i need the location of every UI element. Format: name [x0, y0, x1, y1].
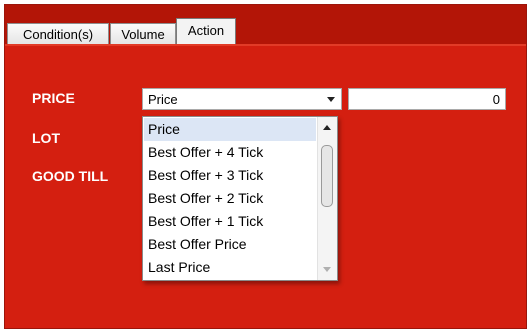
tab-action[interactable]: Action: [176, 18, 236, 46]
price-type-value: Price: [148, 92, 178, 107]
scrollbar-thumb[interactable]: [321, 145, 333, 207]
price-input-value: 0: [492, 92, 500, 107]
tab-strip: Condition(s) Volume Action: [5, 5, 526, 46]
price-type-select[interactable]: Price: [142, 88, 342, 110]
dropdown-option[interactable]: Best Offer + 2 Tick: [144, 187, 316, 210]
chevron-down-icon[interactable]: [327, 97, 335, 102]
scroll-down-icon[interactable]: [323, 267, 331, 272]
lot-label: LOT: [32, 130, 60, 146]
dropdown-options: Price Best Offer + 4 Tick Best Offer + 3…: [144, 118, 316, 279]
dropdown-option[interactable]: Best Offer + 3 Tick: [144, 164, 316, 187]
dropdown-option[interactable]: Best Offer + 4 Tick: [144, 141, 316, 164]
tab-volume[interactable]: Volume: [110, 23, 176, 46]
tab-divider: [5, 44, 526, 46]
dropdown-option[interactable]: Price: [144, 118, 316, 141]
scroll-up-icon[interactable]: [323, 125, 331, 130]
dropdown-option[interactable]: Last Price: [144, 256, 316, 279]
dropdown-scrollbar[interactable]: [317, 117, 337, 280]
action-panel: Condition(s) Volume Action PRICE LOT GOO…: [4, 4, 527, 329]
tab-conditions[interactable]: Condition(s): [7, 23, 109, 46]
price-input[interactable]: 0: [348, 88, 506, 110]
dropdown-option[interactable]: Best Offer + 1 Tick: [144, 210, 316, 233]
dropdown-option[interactable]: Best Offer Price: [144, 233, 316, 256]
price-label: PRICE: [32, 90, 75, 106]
good-till-label: GOOD TILL: [32, 168, 109, 184]
price-type-dropdown-list[interactable]: Price Best Offer + 4 Tick Best Offer + 3…: [142, 116, 338, 281]
